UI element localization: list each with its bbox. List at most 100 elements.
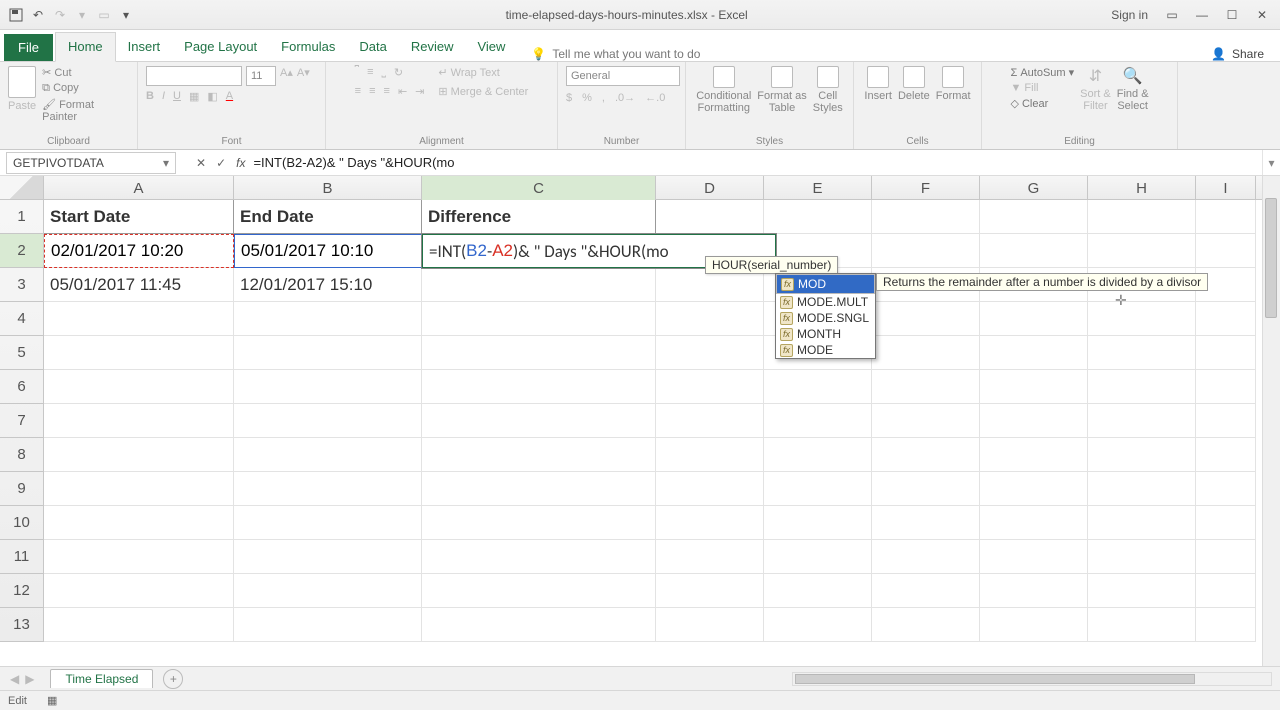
cell-G9[interactable] bbox=[980, 472, 1088, 506]
cell-C4[interactable] bbox=[422, 302, 656, 336]
cell-B4[interactable] bbox=[234, 302, 422, 336]
cell-E1[interactable] bbox=[764, 200, 872, 234]
cell-D13[interactable] bbox=[656, 608, 764, 642]
cell-F7[interactable] bbox=[872, 404, 980, 438]
cell-B6[interactable] bbox=[234, 370, 422, 404]
indent-dec-icon[interactable]: ⇤ bbox=[398, 85, 407, 98]
cell-C9[interactable] bbox=[422, 472, 656, 506]
horizontal-scroll-thumb[interactable] bbox=[795, 674, 1195, 684]
cell-I9[interactable] bbox=[1196, 472, 1256, 506]
cell-D8[interactable] bbox=[656, 438, 764, 472]
row-header-1[interactable]: 1 bbox=[0, 200, 44, 234]
cell-F2[interactable] bbox=[872, 234, 980, 268]
cell-I1[interactable] bbox=[1196, 200, 1256, 234]
cell-D6[interactable] bbox=[656, 370, 764, 404]
cell-G2[interactable] bbox=[980, 234, 1088, 268]
bold-button[interactable]: B bbox=[146, 90, 154, 103]
cell-I6[interactable] bbox=[1196, 370, 1256, 404]
clear-button[interactable]: ◇ Clear bbox=[1010, 97, 1074, 110]
font-family-select[interactable] bbox=[146, 66, 242, 86]
cell-A8[interactable] bbox=[44, 438, 234, 472]
cell-A5[interactable] bbox=[44, 336, 234, 370]
copy-button[interactable]: ⧉ Copy bbox=[42, 82, 129, 95]
tab-nav-prev-icon[interactable]: ◀ bbox=[10, 672, 19, 686]
delete-cells-button[interactable]: Delete bbox=[898, 66, 930, 102]
close-button[interactable]: ✕ bbox=[1248, 4, 1276, 26]
row-header-11[interactable]: 11 bbox=[0, 540, 44, 574]
cell-styles-button[interactable]: Cell Styles bbox=[813, 66, 843, 114]
autocomplete-item-month[interactable]: fxMONTH bbox=[776, 326, 875, 342]
qat-customize-icon[interactable]: ▾ bbox=[118, 7, 134, 23]
cell-B10[interactable] bbox=[234, 506, 422, 540]
tab-page-layout[interactable]: Page Layout bbox=[172, 33, 269, 61]
cell-I5[interactable] bbox=[1196, 336, 1256, 370]
align-right-icon[interactable]: ≡ bbox=[384, 85, 390, 98]
cell-E13[interactable] bbox=[764, 608, 872, 642]
italic-button[interactable]: I bbox=[162, 90, 165, 103]
cell-B11[interactable] bbox=[234, 540, 422, 574]
cell-A12[interactable] bbox=[44, 574, 234, 608]
cell-G8[interactable] bbox=[980, 438, 1088, 472]
share-button[interactable]: 👤 Share bbox=[1211, 47, 1276, 61]
cell-D12[interactable] bbox=[656, 574, 764, 608]
cell-D10[interactable] bbox=[656, 506, 764, 540]
cell-E9[interactable] bbox=[764, 472, 872, 506]
format-as-table-button[interactable]: Format as Table bbox=[757, 66, 807, 114]
save-icon[interactable] bbox=[8, 7, 24, 23]
maximize-button[interactable]: ☐ bbox=[1218, 4, 1246, 26]
undo-icon[interactable]: ↶ bbox=[30, 7, 46, 23]
cell-G6[interactable] bbox=[980, 370, 1088, 404]
tab-data[interactable]: Data bbox=[347, 33, 398, 61]
cell-C1[interactable]: Difference bbox=[422, 200, 656, 234]
row-header-9[interactable]: 9 bbox=[0, 472, 44, 506]
tab-home[interactable]: Home bbox=[55, 32, 116, 62]
col-header-G[interactable]: G bbox=[980, 176, 1088, 200]
cell-I12[interactable] bbox=[1196, 574, 1256, 608]
touch-mode-icon[interactable]: ▭ bbox=[96, 7, 112, 23]
cell-G12[interactable] bbox=[980, 574, 1088, 608]
cell-E8[interactable] bbox=[764, 438, 872, 472]
font-color-button[interactable]: A bbox=[226, 90, 233, 103]
cell-A7[interactable] bbox=[44, 404, 234, 438]
cell-B3[interactable]: 12/01/2017 15:10 bbox=[234, 268, 422, 302]
insert-cells-button[interactable]: Insert bbox=[864, 66, 892, 102]
autocomplete-item-mod[interactable]: fxMOD bbox=[776, 274, 875, 294]
cancel-formula-button[interactable]: ✕ bbox=[196, 156, 206, 170]
new-sheet-button[interactable]: + bbox=[163, 669, 183, 689]
row-header-6[interactable]: 6 bbox=[0, 370, 44, 404]
cell-F9[interactable] bbox=[872, 472, 980, 506]
cell-E7[interactable] bbox=[764, 404, 872, 438]
cell-H7[interactable] bbox=[1088, 404, 1196, 438]
cell-A10[interactable] bbox=[44, 506, 234, 540]
col-header-C[interactable]: C bbox=[422, 176, 656, 200]
cell-C7[interactable] bbox=[422, 404, 656, 438]
cell-H6[interactable] bbox=[1088, 370, 1196, 404]
align-middle-icon[interactable]: ≡ bbox=[367, 66, 373, 79]
cell-I11[interactable] bbox=[1196, 540, 1256, 574]
horizontal-scrollbar[interactable] bbox=[792, 672, 1272, 686]
cell-C8[interactable] bbox=[422, 438, 656, 472]
paste-button[interactable]: Paste bbox=[8, 66, 36, 112]
align-center-icon[interactable]: ≡ bbox=[369, 85, 375, 98]
cell-H12[interactable] bbox=[1088, 574, 1196, 608]
cell-H5[interactable] bbox=[1088, 336, 1196, 370]
number-format-select[interactable]: General bbox=[566, 66, 680, 86]
select-all-corner[interactable] bbox=[0, 176, 44, 199]
cell-H4[interactable] bbox=[1088, 302, 1196, 336]
col-header-H[interactable]: H bbox=[1088, 176, 1196, 200]
cell-E6[interactable] bbox=[764, 370, 872, 404]
grow-font-icon[interactable]: A▴ bbox=[280, 66, 293, 86]
cell-B1[interactable]: End Date bbox=[234, 200, 422, 234]
format-painter-button[interactable]: 🖌 Format Painter bbox=[42, 98, 129, 123]
ribbon-display-icon[interactable]: ▭ bbox=[1158, 4, 1186, 26]
cell-G13[interactable] bbox=[980, 608, 1088, 642]
cell-F6[interactable] bbox=[872, 370, 980, 404]
shrink-font-icon[interactable]: A▾ bbox=[297, 66, 310, 86]
col-header-D[interactable]: D bbox=[656, 176, 764, 200]
cell-H8[interactable] bbox=[1088, 438, 1196, 472]
formula-autocomplete[interactable]: fxMODfxMODE.MULTfxMODE.SNGLfxMONTHfxMODE bbox=[775, 273, 876, 359]
cell-D5[interactable] bbox=[656, 336, 764, 370]
cell-G4[interactable] bbox=[980, 302, 1088, 336]
formula-bar[interactable]: =INT(B2-A2)& " Days "&HOUR(mo bbox=[245, 155, 1262, 170]
underline-button[interactable]: U bbox=[173, 90, 181, 103]
